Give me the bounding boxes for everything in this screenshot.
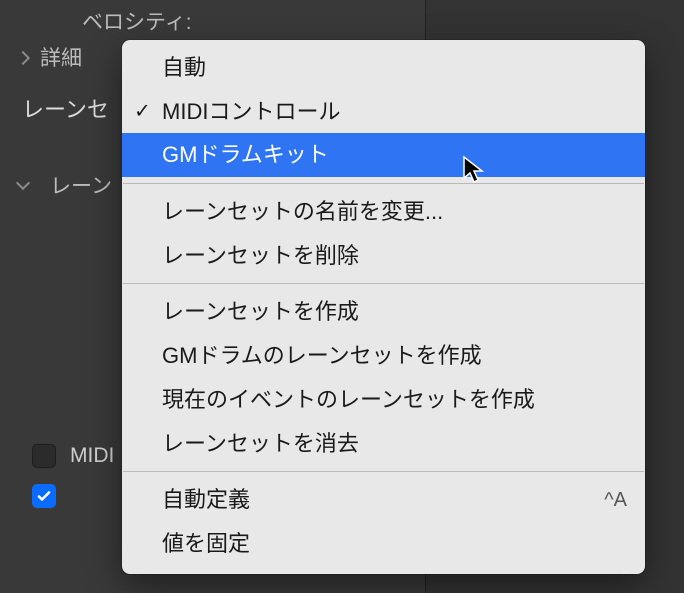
- menu-item-label: レーンセットを削除: [162, 241, 359, 271]
- menu-item-label: レーンセットを消去: [162, 429, 359, 459]
- menu-item-auto[interactable]: 自動: [122, 46, 645, 90]
- menu-item-midi-control[interactable]: ✓ MIDIコントロール: [122, 90, 645, 134]
- menu-item-create-laneset[interactable]: レーンセットを作成: [122, 290, 645, 334]
- menu-item-rename-laneset[interactable]: レーンセットの名前を変更...: [122, 190, 645, 234]
- checked-row[interactable]: [32, 484, 56, 508]
- menu-item-gm-drumkit[interactable]: GMドラムキット: [122, 133, 645, 177]
- velocity-label-text: ベロシティ:: [82, 6, 192, 36]
- laneset-row-1[interactable]: レーンセ: [22, 92, 109, 124]
- menu-item-autodef[interactable]: 自動定義 ^A: [122, 478, 645, 522]
- context-menu: 自動 ✓ MIDIコントロール GMドラムキット レーンセットの名前を変更...…: [122, 40, 645, 574]
- checkbox-unchecked[interactable]: [32, 444, 56, 468]
- menu-item-delete-laneset[interactable]: レーンセットを削除: [122, 234, 645, 278]
- menu-item-label: 自動定義: [162, 485, 250, 515]
- menu-item-create-event-laneset[interactable]: 現在のイベントのレーンセットを作成: [122, 378, 645, 422]
- menu-item-fix-value[interactable]: 値を固定: [122, 522, 645, 566]
- menu-item-label: 値を固定: [162, 529, 250, 559]
- menu-item-create-gm-laneset[interactable]: GMドラムのレーンセットを作成: [122, 334, 645, 378]
- menu-item-clear-laneset[interactable]: レーンセットを消去: [122, 422, 645, 466]
- menu-item-label: 現在のイベントのレーンセットを作成: [162, 385, 535, 415]
- velocity-label: ベロシティ:: [82, 6, 192, 36]
- menu-item-label: 自動: [162, 53, 206, 83]
- menu-item-label: レーンセットを作成: [162, 297, 359, 327]
- laneset-row-2[interactable]: レーン: [18, 170, 112, 200]
- menu-item-label: レーンセットの名前を変更...: [162, 197, 443, 227]
- menu-separator: [123, 471, 644, 472]
- checkmark-icon: ✓: [134, 98, 151, 125]
- menu-item-label: GMドラムのレーンセットを作成: [162, 341, 482, 371]
- menu-shortcut: ^A: [604, 487, 627, 514]
- laneset-label-1: レーンセ: [22, 92, 109, 124]
- chevron-right-icon: [18, 51, 30, 63]
- menu-separator: [123, 283, 644, 284]
- chevron-down-icon: [18, 179, 30, 191]
- detail-label: 詳細: [40, 42, 82, 72]
- checkbox-checked[interactable]: [32, 484, 56, 508]
- midi-label: MIDI: [70, 444, 114, 468]
- menu-separator: [123, 183, 644, 184]
- menu-item-label: GMドラムキット: [162, 140, 329, 170]
- menu-item-label: MIDIコントロール: [162, 97, 340, 127]
- midi-checkbox-row[interactable]: MIDI: [32, 444, 114, 468]
- detail-row[interactable]: 詳細: [18, 42, 82, 72]
- laneset-label-2: レーン: [50, 170, 112, 200]
